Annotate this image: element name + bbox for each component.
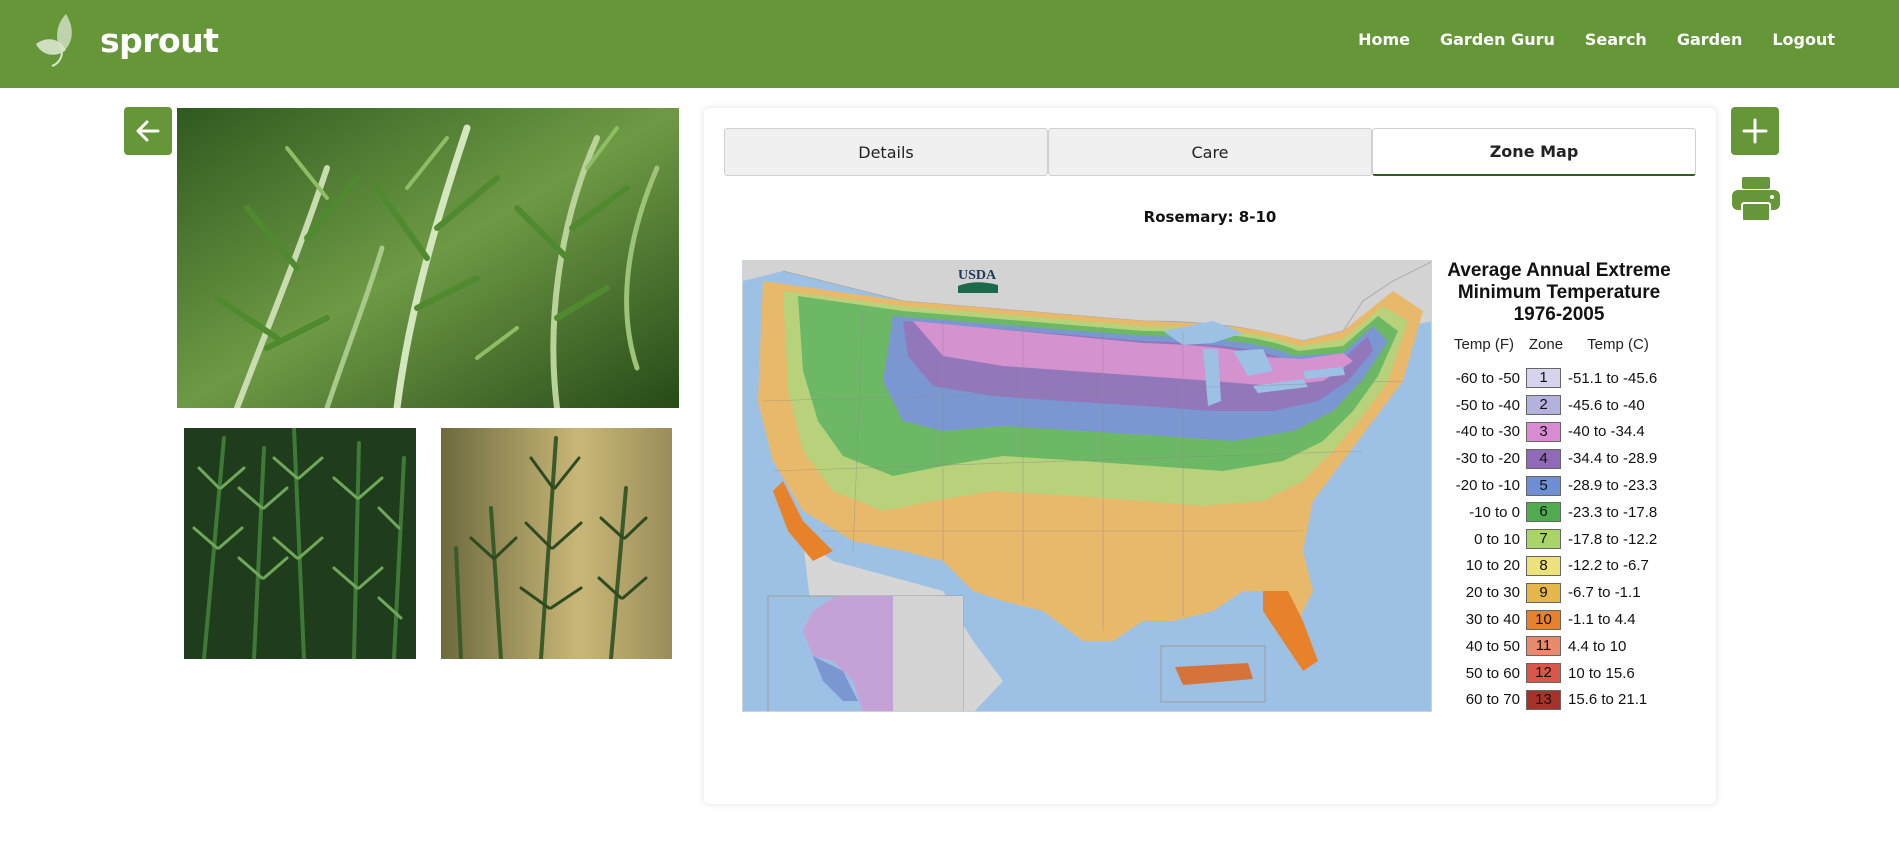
legend-temp-c: 4.4 to 10 (1568, 637, 1627, 655)
plant-info-panel: Details Care Zone Map Rosemary: 8-10 USD… (704, 108, 1716, 804)
back-button[interactable] (124, 107, 172, 155)
legend-row: 60 to 70 13 15.6 to 21.1 (1444, 687, 1674, 714)
arrow-left-icon (136, 120, 160, 142)
legend-temp-c: -17.8 to -12.2 (1568, 530, 1658, 548)
tab-details[interactable]: Details (724, 128, 1048, 176)
usda-logo: USDA (958, 268, 998, 293)
legend-zone-swatch: 13 (1526, 689, 1561, 710)
add-to-garden-button[interactable] (1731, 107, 1779, 155)
leaf-icon (36, 14, 72, 67)
legend-col-celsius: Temp (C) (1587, 336, 1649, 353)
legend-zone-swatch: 4 (1526, 448, 1561, 469)
legend-col-fahrenheit: Temp (F) (1454, 336, 1514, 353)
svg-text:USDA: USDA (958, 268, 997, 283)
legend-temp-c: -6.7 to -1.1 (1568, 584, 1641, 602)
legend-temp-f: 10 to 20 (1465, 557, 1520, 575)
legend-zone-swatch: 10 (1526, 609, 1561, 630)
legend-zone-swatch: 12 (1526, 663, 1561, 684)
legend-temp-f: 60 to 70 (1465, 691, 1520, 709)
plant-thumbnail-1[interactable] (184, 428, 416, 659)
hardiness-zone-map: USDA (742, 260, 1432, 712)
legend-row: 50 to 60 12 10 to 15.6 (1444, 660, 1674, 687)
logo-text: sprout (100, 20, 219, 60)
plant-thumbnail-2[interactable] (441, 428, 672, 659)
legend-row: 30 to 40 10 -1.1 to 4.4 (1444, 606, 1674, 633)
legend-temp-f: -40 to -30 (1455, 423, 1520, 441)
legend-header: Temp (F) Zone Temp (C) (1444, 336, 1674, 353)
top-navigation-bar: sprout Home Garden Guru Search Garden Lo… (0, 0, 1899, 88)
legend-zone-swatch: 3 (1526, 421, 1561, 442)
plant-main-photo[interactable] (177, 108, 679, 408)
nav-logout[interactable]: Logout (1772, 30, 1835, 49)
zone-legend: Average Annual Extreme Minimum Temperatu… (1444, 260, 1674, 713)
legend-zone-swatch: 6 (1526, 502, 1561, 523)
rosemary-thumbnail-image (184, 428, 416, 659)
legend-zone-swatch: 9 (1526, 582, 1561, 603)
legend-temp-c: -12.2 to -6.7 (1568, 557, 1649, 575)
legend-temp-f: 20 to 30 (1465, 584, 1520, 602)
nav-home[interactable]: Home (1358, 30, 1410, 49)
info-tabs: Details Care Zone Map (724, 128, 1696, 176)
legend-row: 0 to 10 7 -17.8 to -12.2 (1444, 526, 1674, 553)
legend-temp-f: -50 to -40 (1455, 396, 1520, 414)
legend-temp-f: -10 to 0 (1469, 503, 1520, 521)
nav-search[interactable]: Search (1585, 30, 1647, 49)
legend-row: -30 to -20 4 -34.4 to -28.9 (1444, 445, 1674, 472)
rosemary-main-image (177, 108, 679, 408)
legend-zone-swatch: 7 (1526, 529, 1561, 550)
legend-row: 40 to 50 11 4.4 to 10 (1444, 633, 1674, 660)
legend-row: -20 to -10 5 -28.9 to -23.3 (1444, 472, 1674, 499)
legend-temp-f: 0 to 10 (1474, 530, 1520, 548)
legend-title-line-1: Average Annual Extreme (1447, 260, 1671, 281)
legend-temp-c: -28.9 to -23.3 (1568, 477, 1658, 495)
legend-rows: -60 to -50 1 -51.1 to -45.6 -50 to -40 2 -45.… (1444, 365, 1674, 713)
legend-temp-c: -1.1 to 4.4 (1568, 611, 1636, 629)
legend-zone-swatch: 8 (1526, 555, 1561, 576)
legend-row: -60 to -50 1 -51.1 to -45.6 (1444, 365, 1674, 392)
logo[interactable]: sprout (32, 10, 219, 70)
nav-garden-guru[interactable]: Garden Guru (1440, 30, 1555, 49)
legend-temp-f: 50 to 60 (1465, 664, 1520, 682)
legend-row: -10 to 0 6 -23.3 to -17.8 (1444, 499, 1674, 526)
tab-zone-map[interactable]: Zone Map (1372, 128, 1696, 176)
legend-zone-swatch: 1 (1526, 368, 1561, 389)
legend-row: 10 to 20 8 -12.2 to -6.7 (1444, 553, 1674, 580)
legend-temp-f: 40 to 50 (1465, 637, 1520, 655)
legend-zone-swatch: 11 (1526, 636, 1561, 657)
legend-temp-c: -45.6 to -40 (1568, 396, 1645, 414)
legend-zone-swatch: 2 (1526, 395, 1561, 416)
legend-col-zone: Zone (1528, 336, 1564, 353)
legend-title-line-3: 1976-2005 (1513, 304, 1605, 325)
print-button[interactable] (1731, 177, 1781, 222)
legend-row: 20 to 30 9 -6.7 to -1.1 (1444, 579, 1674, 606)
nav-garden[interactable]: Garden (1677, 30, 1743, 49)
legend-temp-c: -34.4 to -28.9 (1568, 450, 1658, 468)
main-nav: Home Garden Guru Search Garden Logout (1328, 30, 1835, 49)
us-zone-map-image: USDA (743, 261, 1431, 711)
legend-temp-f: -20 to -10 (1455, 477, 1520, 495)
legend-row: -50 to -40 2 -45.6 to -40 (1444, 392, 1674, 419)
legend-temp-c: 10 to 15.6 (1568, 664, 1635, 682)
legend-temp-f: 30 to 40 (1465, 611, 1520, 629)
legend-row: -40 to -30 3 -40 to -34.4 (1444, 419, 1674, 446)
legend-title-line-2: Minimum Temperature (1457, 282, 1661, 303)
legend-temp-f: -30 to -20 (1455, 450, 1520, 468)
legend-temp-f: -60 to -50 (1455, 369, 1520, 387)
legend-temp-c: -23.3 to -17.8 (1568, 503, 1658, 521)
rosemary-thumbnail-image (441, 428, 672, 659)
zone-heading: Rosemary: 8-10 (1143, 208, 1277, 226)
legend-zone-swatch: 5 (1526, 475, 1561, 496)
legend-title: Average Annual Extreme Minimum Temperatu… (1444, 260, 1674, 326)
printer-icon (1732, 177, 1780, 222)
plus-icon (1742, 118, 1768, 144)
tab-care[interactable]: Care (1048, 128, 1372, 176)
legend-temp-c: 15.6 to 21.1 (1568, 691, 1648, 709)
legend-temp-c: -51.1 to -45.6 (1568, 369, 1658, 387)
legend-temp-c: -40 to -34.4 (1568, 423, 1645, 441)
